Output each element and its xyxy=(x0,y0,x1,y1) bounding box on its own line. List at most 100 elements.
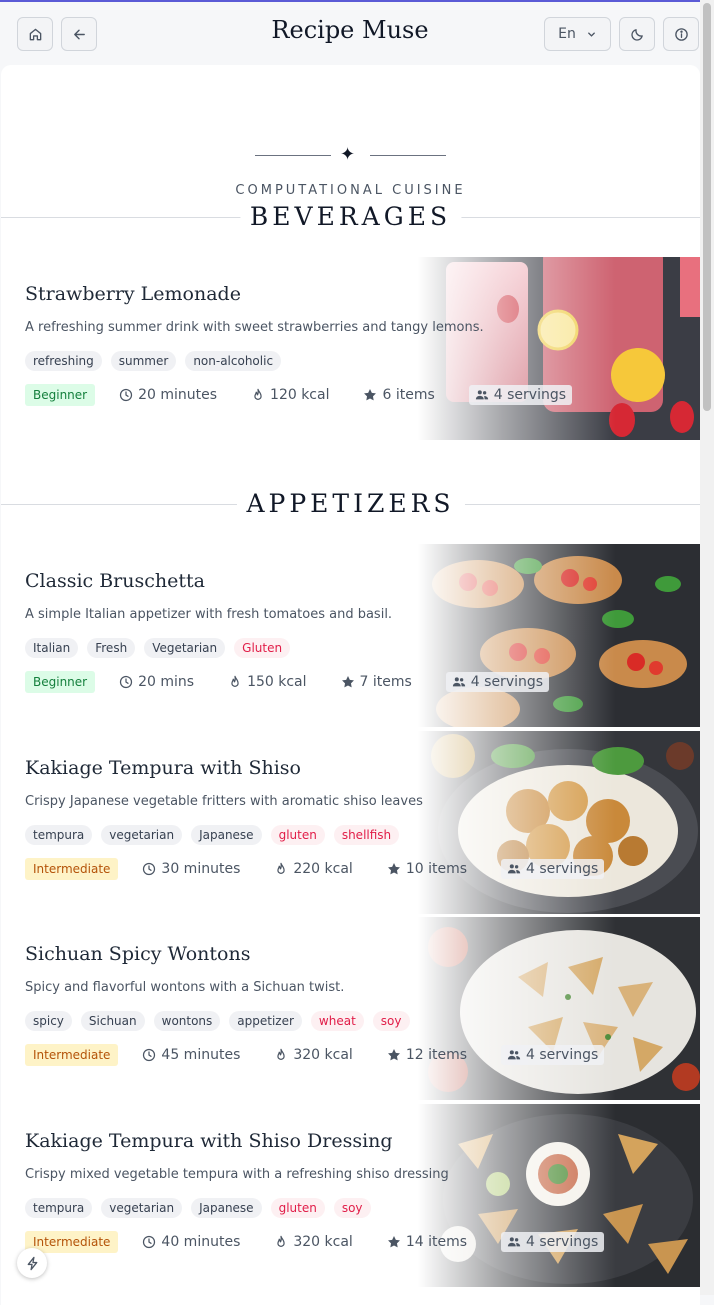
clock-icon xyxy=(143,1048,156,1062)
recipe-meta: Beginner 20 minutes 120 kcal 6 items 4 s… xyxy=(25,384,573,406)
tag: appetizer xyxy=(229,1011,302,1031)
ingredient-count-value: 6 items xyxy=(382,387,435,403)
tag-list: tempura vegetarian Japanese gluten soy xyxy=(25,1198,371,1218)
lightning-icon xyxy=(27,1256,37,1270)
servings: 4 servings xyxy=(501,859,605,879)
ingredient-count: 7 items xyxy=(341,674,412,690)
star-icon xyxy=(364,389,377,401)
recipe-title[interactable]: Kakiage Tempura with Shiso xyxy=(25,757,301,779)
prep-time: 45 minutes xyxy=(142,1047,240,1063)
recipe-description: Crispy mixed vegetable tempura with a re… xyxy=(25,1167,449,1182)
ingredient-count: 12 items xyxy=(387,1047,467,1063)
quick-action-button[interactable] xyxy=(17,1248,47,1278)
ornament-line-right xyxy=(370,155,446,156)
recipe-description: A refreshing summer drink with sweet str… xyxy=(25,320,484,335)
calories: 320 kcal xyxy=(274,1234,353,1250)
servings: 4 servings xyxy=(501,1232,605,1252)
recipe-list-panel: ✦ COMPUTATIONAL CUISINE BEVERAGES Strawb… xyxy=(1,65,700,1305)
hero-ornament: ✦ xyxy=(1,145,700,165)
recipe-photo xyxy=(418,1104,700,1287)
ingredient-count: 14 items xyxy=(387,1234,467,1250)
calories-value: 320 kcal xyxy=(293,1047,353,1063)
language-value: En xyxy=(558,26,576,42)
tag-list: Italian Fresh Vegetarian Gluten xyxy=(25,638,291,658)
ingredient-count-value: 7 items xyxy=(359,674,412,690)
tag: Italian xyxy=(25,638,79,658)
info-button[interactable] xyxy=(663,17,699,51)
prep-time-value: 20 mins xyxy=(138,674,195,690)
app-header: Recipe Muse En xyxy=(0,2,700,65)
photo-fade xyxy=(418,1104,700,1287)
ornament-line-left xyxy=(255,155,331,156)
servings-value: 4 servings xyxy=(526,1234,599,1250)
tag: tempura xyxy=(25,825,93,845)
scrollbar-thumb[interactable] xyxy=(703,3,711,411)
tag: tempura xyxy=(25,1198,93,1218)
calories-value: 220 kcal xyxy=(293,861,353,877)
difficulty-badge: Intermediate xyxy=(25,858,119,880)
ingredient-count: 10 items xyxy=(387,861,467,877)
recipe-meta: Intermediate 45 minutes 320 kcal 12 item… xyxy=(25,1044,605,1066)
tag: Sichuan xyxy=(80,1011,145,1031)
calories: 120 kcal xyxy=(251,387,329,403)
recipe-photo xyxy=(418,544,700,727)
clock-icon xyxy=(143,862,156,876)
tag: summer xyxy=(110,351,177,371)
recipe-card[interactable]: Kakiage Tempura with Shiso Dressing Cris… xyxy=(1,1104,700,1287)
prep-time-value: 40 minutes xyxy=(161,1234,241,1250)
allergen-tag: gluten xyxy=(270,1198,325,1218)
servings-value: 4 servings xyxy=(493,387,567,403)
flame-icon xyxy=(254,388,262,400)
recipe-title[interactable]: Kakiage Tempura with Shiso Dressing xyxy=(25,1130,393,1152)
tag: refreshing xyxy=(25,351,102,371)
ingredient-count: 6 items xyxy=(363,387,435,403)
page-scrollbar[interactable] xyxy=(700,0,714,1295)
prep-time-value: 45 minutes xyxy=(161,1047,241,1063)
section-title: APPETIZERS xyxy=(236,489,465,519)
servings: 4 servings xyxy=(445,672,550,692)
allergen-tag: Gluten xyxy=(234,638,291,658)
recipe-title[interactable]: Sichuan Spicy Wontons xyxy=(25,943,250,965)
recipe-title[interactable]: Strawberry Lemonade xyxy=(25,283,241,305)
recipe-photo xyxy=(418,731,700,914)
flame-icon xyxy=(231,675,239,687)
flame-icon xyxy=(277,862,286,874)
prep-time: 20 minutes xyxy=(119,387,217,403)
recipe-title[interactable]: Classic Bruschetta xyxy=(25,570,205,592)
recipe-description: Spicy and flavorful wontons with a Sichu… xyxy=(25,980,345,995)
recipe-card[interactable]: Strawberry Lemonade A refreshing summer … xyxy=(1,257,700,440)
recipe-card[interactable]: Sichuan Spicy Wontons Spicy and flavorfu… xyxy=(1,917,700,1100)
allergen-tag: gluten xyxy=(270,825,325,845)
calories: 220 kcal xyxy=(274,861,353,877)
tag-list: tempura vegetarian Japanese gluten shell… xyxy=(25,825,400,845)
clock-icon xyxy=(119,388,133,402)
tag-list: refreshing summer non-alcoholic xyxy=(25,351,282,371)
recipe-card[interactable]: Kakiage Tempura with Shiso Crispy Japane… xyxy=(1,731,700,914)
section-heading-appetizers: APPETIZERS xyxy=(1,489,700,519)
users-icon xyxy=(475,390,488,400)
chevron-down-icon xyxy=(587,31,595,37)
clock-icon xyxy=(119,675,133,689)
flame-icon xyxy=(277,1048,286,1060)
photo-fade xyxy=(418,544,700,727)
calories: 150 kcal xyxy=(228,674,307,690)
photo-fade xyxy=(418,257,700,440)
photo-fade xyxy=(418,731,700,914)
sparkle-icon: ✦ xyxy=(340,144,356,165)
users-icon xyxy=(452,677,465,687)
tag: Japanese xyxy=(191,825,262,845)
language-select[interactable]: En xyxy=(544,17,611,51)
difficulty-badge: Beginner xyxy=(25,384,96,406)
prep-time: 40 minutes xyxy=(142,1234,240,1250)
recipe-card[interactable]: Classic Bruschetta A simple Italian appe… xyxy=(1,544,700,727)
photo-fade xyxy=(418,917,700,1100)
prep-time: 30 minutes xyxy=(142,861,240,877)
users-icon xyxy=(507,1237,521,1247)
calories-value: 120 kcal xyxy=(270,387,330,403)
servings-value: 4 servings xyxy=(526,861,599,877)
recipe-description: A simple Italian appetizer with fresh to… xyxy=(25,607,393,622)
allergen-tag: wheat xyxy=(310,1011,364,1031)
dark-mode-toggle[interactable] xyxy=(619,17,655,51)
servings-value: 4 servings xyxy=(470,674,544,690)
tag: Vegetarian xyxy=(144,638,226,658)
